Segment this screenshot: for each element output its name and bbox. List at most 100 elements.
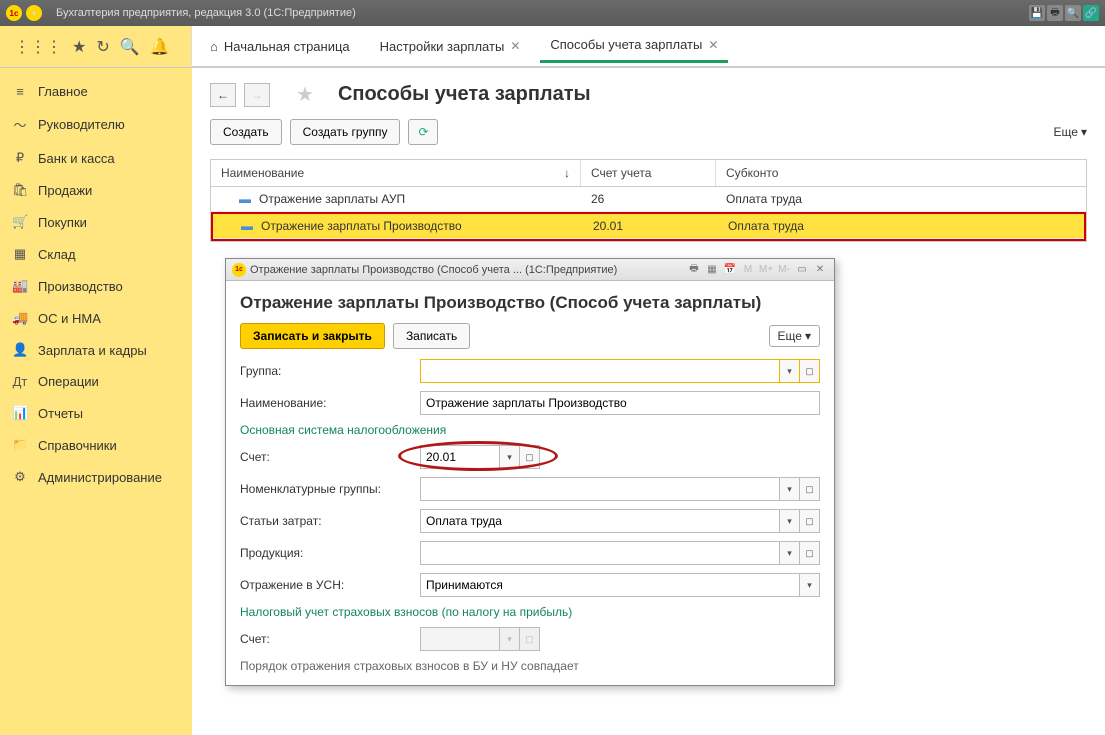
star-icon[interactable]: ★ (72, 37, 86, 57)
col-header-name[interactable]: Наименование↓ (211, 160, 581, 186)
dropdown-icon[interactable]: ▾ (780, 541, 800, 565)
sidebar-item-label: Справочники (38, 438, 117, 453)
cell-account: 26 (581, 187, 716, 211)
chevron-down-icon: ▾ (805, 329, 811, 343)
section-tax-insurance: Налоговый учет страховых взносов (по нал… (240, 605, 820, 619)
table-row[interactable]: ▬Отражение зарплаты АУП 26 Оплата труда (211, 187, 1086, 212)
sidebar-item-reports[interactable]: 📊Отчеты (0, 397, 192, 429)
tab-payroll-methods[interactable]: Способы учета зарплаты ✕ (540, 29, 728, 63)
sidebar-item-production[interactable]: 🏭Производство (0, 270, 192, 302)
menu-icon: ≡ (12, 84, 28, 99)
search-icon[interactable]: 🔍 (120, 37, 140, 57)
back-button[interactable]: ← (210, 83, 236, 107)
sidebar-item-directories[interactable]: 📁Справочники (0, 429, 192, 461)
save-icon[interactable]: 💾 (1029, 5, 1045, 21)
history-icon[interactable]: ↻ (96, 37, 109, 57)
dropdown-icon[interactable]: ▾ (780, 359, 800, 383)
close-icon[interactable]: ✕ (812, 262, 828, 278)
section-main-tax: Основная система налогообложения (240, 423, 820, 437)
col-header-subconto[interactable]: Субконто (716, 160, 1086, 186)
page-title: Способы учета зарплаты (338, 83, 591, 106)
m-plus-icon[interactable]: M+ (758, 262, 774, 278)
sidebar-item-warehouse[interactable]: ▦Склад (0, 238, 192, 270)
tab-home[interactable]: ⌂ Начальная страница (200, 39, 360, 54)
data-grid: Наименование↓ Счет учета Субконто ▬Отраж… (210, 159, 1087, 242)
bars-icon: 📊 (12, 405, 28, 421)
sidebar-item-assets[interactable]: 🚚ОС и НМА (0, 302, 192, 334)
tab-payroll-settings[interactable]: Настройки зарплаты ✕ (370, 31, 531, 62)
dropdown-icon[interactable]: ▾ (780, 509, 800, 533)
tab-label: Способы учета зарплаты (550, 37, 702, 52)
dropdown-icon: ▾ (500, 627, 520, 651)
open-icon[interactable]: ▢ (800, 359, 820, 383)
nomgroups-input[interactable] (420, 477, 780, 501)
note-text: Порядок отражения страховых взносов в БУ… (240, 659, 820, 673)
more-button[interactable]: Еще▾ (1054, 119, 1087, 145)
open-icon[interactable]: ▢ (800, 541, 820, 565)
tab-label: Настройки зарплаты (380, 39, 505, 54)
group-input[interactable] (420, 359, 780, 383)
logo-1c-icon: 1c (6, 5, 22, 21)
open-icon[interactable]: ▢ (800, 509, 820, 533)
print-icon[interactable]: 🖶 (1047, 5, 1063, 21)
sidebar-item-purchases[interactable]: 🛒Покупки (0, 206, 192, 238)
bell-icon[interactable]: 🔔 (150, 37, 170, 57)
m-minus-icon[interactable]: M- (776, 262, 792, 278)
open-icon[interactable]: ▢ (800, 477, 820, 501)
cost-input[interactable] (420, 509, 780, 533)
link-icon[interactable]: 🔗 (1083, 5, 1099, 21)
more-button[interactable]: Еще ▾ (769, 325, 820, 347)
forward-button[interactable]: → (244, 83, 270, 107)
print-icon[interactable]: 🖶 (686, 262, 702, 278)
sidebar-item-label: Зарплата и кадры (38, 343, 147, 358)
calc-icon[interactable]: ▦ (704, 262, 720, 278)
account2-input (420, 627, 500, 651)
close-icon[interactable]: ✕ (510, 39, 520, 53)
window-title: Бухгалтерия предприятия, редакция 3.0 (1… (56, 7, 356, 19)
top-row: ⋮⋮⋮ ★ ↻ 🔍 🔔 ⌂ Начальная страница Настрой… (0, 26, 1105, 68)
dropdown-icon[interactable]: ▾ (500, 445, 520, 469)
factory-icon: 🏭 (12, 278, 28, 294)
col-header-account[interactable]: Счет учета (581, 160, 716, 186)
sidebar-item-main[interactable]: ≡Главное (0, 76, 192, 107)
sidebar-item-sales[interactable]: 🛍Продажи (0, 174, 192, 206)
home-icon: ⌂ (210, 39, 218, 54)
product-input[interactable] (420, 541, 780, 565)
dropdown-icon[interactable]: ▾ (780, 477, 800, 501)
save-close-button[interactable]: Записать и закрыть (240, 323, 385, 349)
favorite-icon[interactable]: ★ (296, 82, 314, 107)
search-icon[interactable]: 🔍 (1065, 5, 1081, 21)
logo-1c-icon: 1c (232, 263, 246, 277)
account-input[interactable] (420, 445, 500, 469)
sidebar-item-label: Операции (38, 374, 99, 389)
dropdown-icon[interactable]: ▾ (800, 573, 820, 597)
apps-icon[interactable]: ⋮⋮⋮ (14, 37, 62, 57)
m-icon[interactable]: M (740, 262, 756, 278)
open-icon[interactable]: ▢ (520, 445, 540, 469)
quick-icons: ⋮⋮⋮ ★ ↻ 🔍 🔔 (0, 26, 192, 67)
account2-label: Счет: (240, 632, 420, 646)
table-row-selected[interactable]: ▬Отражение зарплаты Производство 20.01 О… (213, 214, 1084, 239)
close-icon[interactable]: ✕ (708, 38, 718, 52)
calendar-icon[interactable]: 📅 (722, 262, 738, 278)
item-icon: ▬ (241, 219, 253, 233)
usn-input[interactable] (420, 573, 800, 597)
create-group-button[interactable]: Создать группу (290, 119, 401, 145)
modal-dialog: 1c Отражение зарплаты Производство (Спос… (225, 258, 835, 686)
sidebar-item-label: Покупки (38, 215, 87, 230)
sidebar-item-bank[interactable]: ₽Банк и касса (0, 142, 192, 174)
open-icon: ▢ (520, 627, 540, 651)
dropdown-icon[interactable]: ▾ (26, 5, 42, 21)
create-button[interactable]: Создать (210, 119, 282, 145)
sidebar-item-operations[interactable]: Дт Операции (0, 366, 192, 397)
save-button[interactable]: Записать (393, 323, 470, 349)
refresh-icon[interactable]: ⟳ (408, 119, 438, 145)
minimize-icon[interactable]: ▭ (794, 262, 810, 278)
sidebar-item-admin[interactable]: ⚙Администрирование (0, 461, 192, 493)
sidebar-item-payroll[interactable]: 👤Зарплата и кадры (0, 334, 192, 366)
name-input[interactable] (420, 391, 820, 415)
sidebar-item-label: ОС и НМА (38, 311, 101, 326)
item-icon: ▬ (239, 192, 251, 206)
sidebar-item-manager[interactable]: 〜Руководителю (0, 107, 192, 142)
dtkt-icon: Дт (12, 374, 28, 389)
